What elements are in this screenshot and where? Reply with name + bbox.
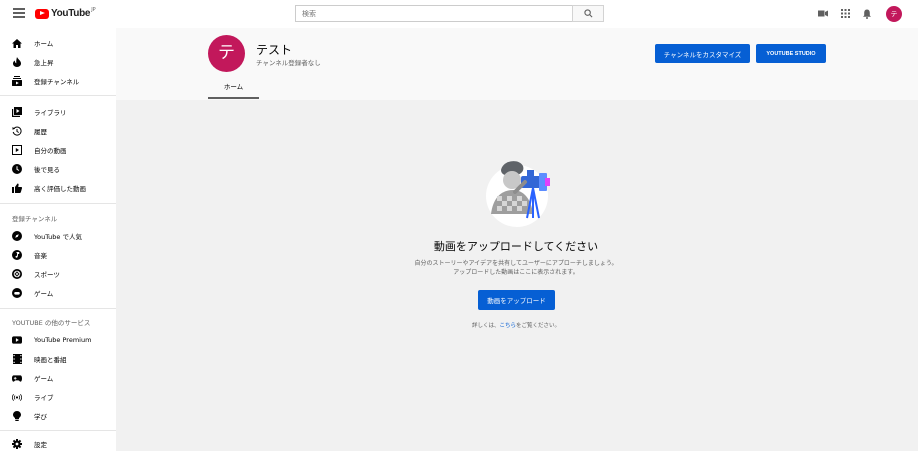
- sidebar-divider: [0, 308, 116, 309]
- sidebar-item-library[interactable]: ライブラリ: [0, 103, 116, 121]
- description-line: アップロードした動画はここに表示されます。: [453, 269, 579, 276]
- sidebar-item-music[interactable]: 音楽: [0, 246, 116, 264]
- sidebar-item-gaming[interactable]: ゲーム: [0, 284, 116, 302]
- sidebar-item-live[interactable]: ライブ: [0, 388, 116, 406]
- sidebar-item-label: 学び: [34, 413, 47, 421]
- sidebar-item-trending[interactable]: 急上昇: [0, 53, 116, 71]
- empty-state-title: 動画をアップロードしてください: [433, 240, 599, 253]
- top-bar: YouTube JP テ: [0, 0, 918, 28]
- sidebar-item-label: 後で見る: [34, 166, 60, 174]
- sidebar-divider: [0, 203, 116, 204]
- sidebar-item-gaming-service[interactable]: ゲーム: [0, 369, 116, 387]
- more-services-section-title: YOUTUBE の他のサービス: [12, 319, 91, 327]
- sidebar-item-youtube-premium[interactable]: YouTube Premium: [0, 331, 116, 349]
- history-icon: [12, 126, 22, 136]
- sidebar-item-label: 設定: [34, 441, 47, 449]
- subscriptions-icon: [12, 76, 22, 86]
- sidebar-item-label: ゲーム: [34, 375, 54, 383]
- youtube-play-icon: [35, 8, 49, 19]
- apps-grid-icon[interactable]: [841, 9, 850, 18]
- sidebar-item-label: ライブラリ: [34, 109, 67, 117]
- subscriber-count: チャンネル登録者なし: [256, 59, 321, 67]
- sidebar-item-liked-videos[interactable]: 高く評価した動画: [0, 179, 116, 197]
- account-avatar[interactable]: テ: [886, 6, 902, 22]
- sidebar-item-label: 履歴: [34, 128, 47, 136]
- sidebar-item-label: 映画と番組: [34, 356, 67, 364]
- help-suffix: をご覧ください。: [516, 323, 561, 329]
- sidebar-item-label: スポーツ: [34, 271, 60, 279]
- search-input[interactable]: [295, 5, 572, 22]
- sidebar-item-label: ゲーム: [34, 290, 54, 298]
- trending-icon: [12, 57, 22, 67]
- sidebar-item-sports[interactable]: スポーツ: [0, 265, 116, 283]
- youtube-studio-button[interactable]: YOUTUBE STUDIO: [756, 44, 826, 63]
- logo-text: YouTube: [51, 8, 91, 19]
- description-line: 自分のストーリーやアイデアを共有してユーザーにアプローチしましょう。: [414, 260, 618, 267]
- sidebar-item-movies[interactable]: 映画と番組: [0, 350, 116, 368]
- gaming-controller-icon: [12, 373, 22, 383]
- upload-video-button[interactable]: 動画をアップロード: [478, 290, 555, 310]
- sports-icon: [12, 269, 22, 279]
- sidebar-item-history[interactable]: 履歴: [0, 122, 116, 140]
- library-icon: [12, 107, 22, 117]
- sidebar-divider: [0, 95, 116, 96]
- channel-name: テスト: [256, 43, 293, 57]
- sidebar-item-youtube-popular[interactable]: YouTube で人気: [0, 227, 116, 245]
- sidebar-item-label: 高く評価した動画: [34, 185, 86, 193]
- sidebar-item-label: YouTube Premium: [34, 336, 92, 344]
- music-icon: [12, 250, 22, 260]
- help-text: 詳しくは、こちらをご覧ください。: [330, 321, 702, 329]
- subscriptions-section-title: 登録チャンネル: [12, 215, 58, 223]
- settings-gear-icon: [12, 439, 22, 449]
- customize-channel-button[interactable]: チャンネルをカスタマイズ: [655, 44, 750, 63]
- help-link[interactable]: こちら: [499, 323, 516, 329]
- sidebar-item-label: ホーム: [34, 40, 54, 48]
- sidebar-item-watch-later[interactable]: 後で見る: [0, 160, 116, 178]
- sidebar-item-your-videos[interactable]: 自分の動画: [0, 141, 116, 159]
- live-icon: [12, 392, 22, 402]
- tab-home[interactable]: ホーム: [208, 80, 259, 99]
- your-videos-icon: [12, 145, 22, 155]
- logo-country: JP: [91, 6, 96, 13]
- sidebar-item-label: YouTube で人気: [34, 233, 82, 241]
- sidebar-item-settings[interactable]: 設定: [0, 435, 116, 451]
- learning-icon: [12, 411, 22, 421]
- sidebar: ホーム 急上昇 登録チャンネル ライブラリ 履歴 自分の動画 後で見る 高く評価…: [0, 28, 116, 451]
- sidebar-item-label: ライブ: [34, 394, 54, 402]
- sidebar-item-label: 急上昇: [34, 59, 54, 67]
- sidebar-item-label: 音楽: [34, 252, 47, 260]
- create-video-icon[interactable]: [818, 9, 828, 18]
- sidebar-divider: [0, 430, 116, 431]
- gaming-icon: [12, 288, 22, 298]
- search-icon: [584, 9, 593, 18]
- search-button[interactable]: [572, 5, 604, 22]
- notifications-bell-icon[interactable]: [863, 9, 871, 19]
- sidebar-item-subscriptions[interactable]: 登録チャンネル: [0, 72, 116, 90]
- channel-avatar: テ: [208, 35, 245, 72]
- youtube-popular-icon: [12, 231, 22, 241]
- sidebar-item-label: 自分の動画: [34, 147, 67, 155]
- sidebar-item-home[interactable]: ホーム: [0, 34, 116, 52]
- empty-state-description: 自分のストーリーやアイデアを共有してユーザーにアプローチしましょう。 アップロー…: [330, 259, 702, 277]
- hamburger-menu-icon[interactable]: [13, 8, 25, 18]
- sidebar-item-label: 登録チャンネル: [34, 78, 80, 86]
- sidebar-item-learning[interactable]: 学び: [0, 407, 116, 425]
- movies-icon: [12, 354, 22, 364]
- upload-illustration: [486, 161, 550, 227]
- liked-videos-icon: [12, 183, 22, 193]
- home-icon: [12, 38, 22, 48]
- help-prefix: 詳しくは、: [471, 323, 500, 329]
- watch-later-icon: [12, 164, 22, 174]
- youtube-logo[interactable]: YouTube JP: [35, 6, 96, 19]
- youtube-premium-icon: [12, 335, 22, 345]
